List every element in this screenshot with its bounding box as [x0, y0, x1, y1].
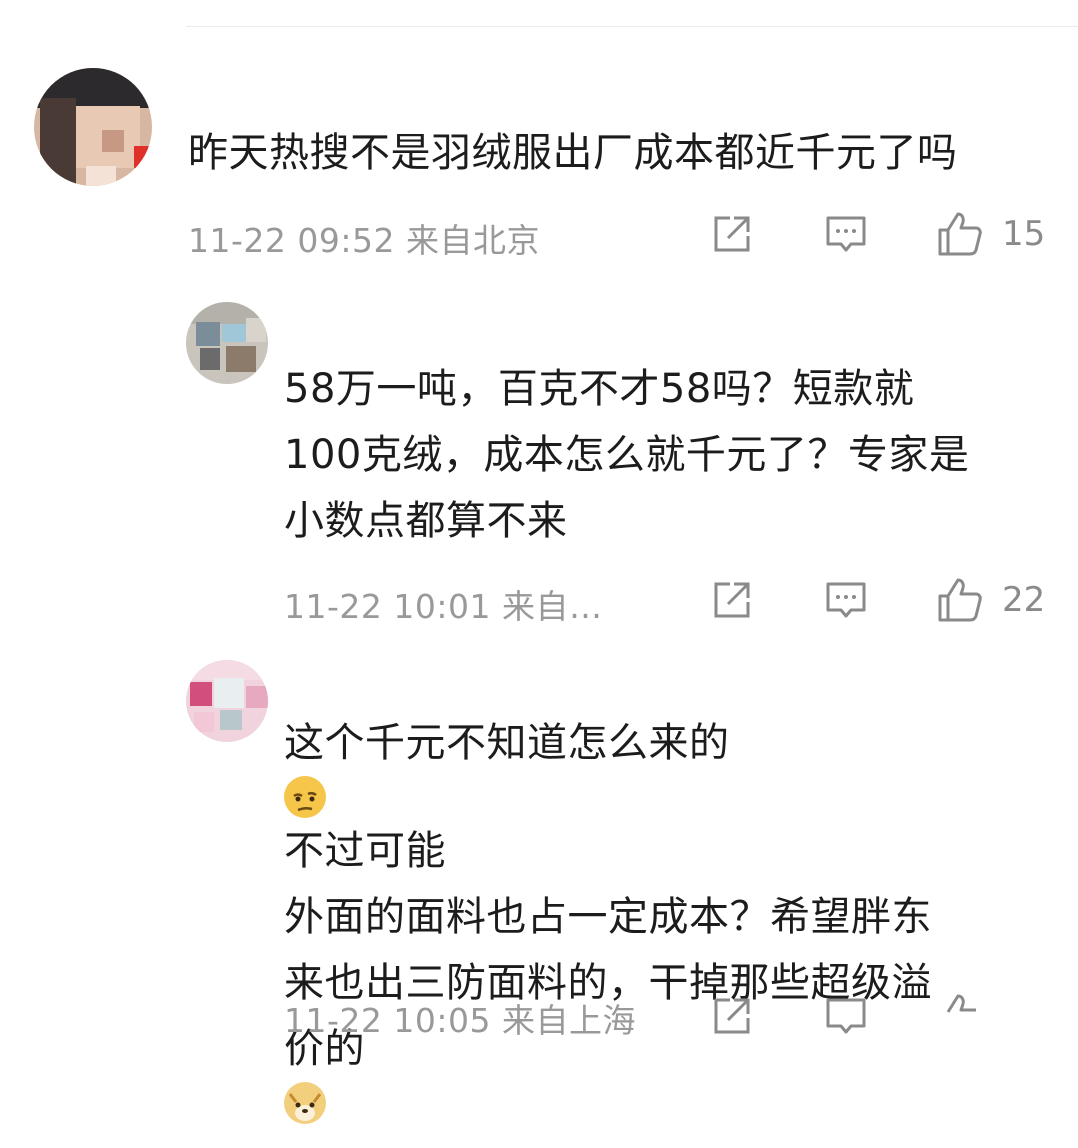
- comment-text: 这个千元不知道怎么来的 不过可能 外面的面料也占一定成本？希望胖东 来也出三防面料…: [284, 710, 932, 1124]
- comment-line: 昨天热搜不是羽绒服出厂成本都近千元了吗: [188, 130, 958, 176]
- comment-line: 100克绒，成本怎么就千元了？专家是: [284, 432, 970, 478]
- comment-line: 小数点都算不来: [284, 498, 568, 544]
- comment-icon[interactable]: [824, 994, 868, 1038]
- thumbs-up-icon[interactable]: [936, 992, 984, 1040]
- comment-meta: 11-22 10:01 来自…: [284, 587, 603, 626]
- comment-icon[interactable]: [824, 578, 868, 622]
- comment-text: 昨天热搜不是羽绒服出厂成本都近千元了吗: [188, 120, 958, 186]
- share-icon[interactable]: [710, 578, 754, 622]
- like-count: 15: [1002, 214, 1046, 254]
- share-icon[interactable]: [710, 212, 754, 256]
- thumbs-up-icon[interactable]: [936, 576, 984, 624]
- thumbs-up-icon[interactable]: [936, 210, 984, 258]
- username[interactable]: [190, 74, 390, 104]
- text-fragment: 不过可能: [284, 828, 446, 874]
- doge-emoji: [284, 1082, 326, 1124]
- text-fragment: 这个千元不知道怎么来的: [284, 720, 730, 766]
- share-icon[interactable]: [710, 994, 754, 1038]
- comment-meta: 11-22 10:05 来自上海: [284, 1001, 636, 1040]
- comment-line: 这个千元不知道怎么来的 不过可能: [284, 710, 932, 884]
- username[interactable]: [286, 312, 466, 342]
- username[interactable]: [286, 666, 466, 696]
- like-count: 22: [1002, 580, 1046, 620]
- divider: [186, 26, 1078, 27]
- comment-text: 58万一吨，百克不才58吗？短款就 100克绒，成本怎么就千元了？专家是 小数点…: [284, 356, 969, 554]
- comment-line: 外面的面料也占一定成本？希望胖东: [284, 894, 932, 940]
- thinking-face-emoji: [284, 776, 326, 818]
- comment-line: 58万一吨，百克不才58吗？短款就: [284, 366, 915, 412]
- comment-icon[interactable]: [824, 212, 868, 256]
- avatar[interactable]: [186, 302, 268, 384]
- avatar[interactable]: [34, 68, 152, 186]
- avatar[interactable]: [186, 660, 268, 742]
- comment-meta: 11-22 09:52 来自北京: [188, 221, 540, 260]
